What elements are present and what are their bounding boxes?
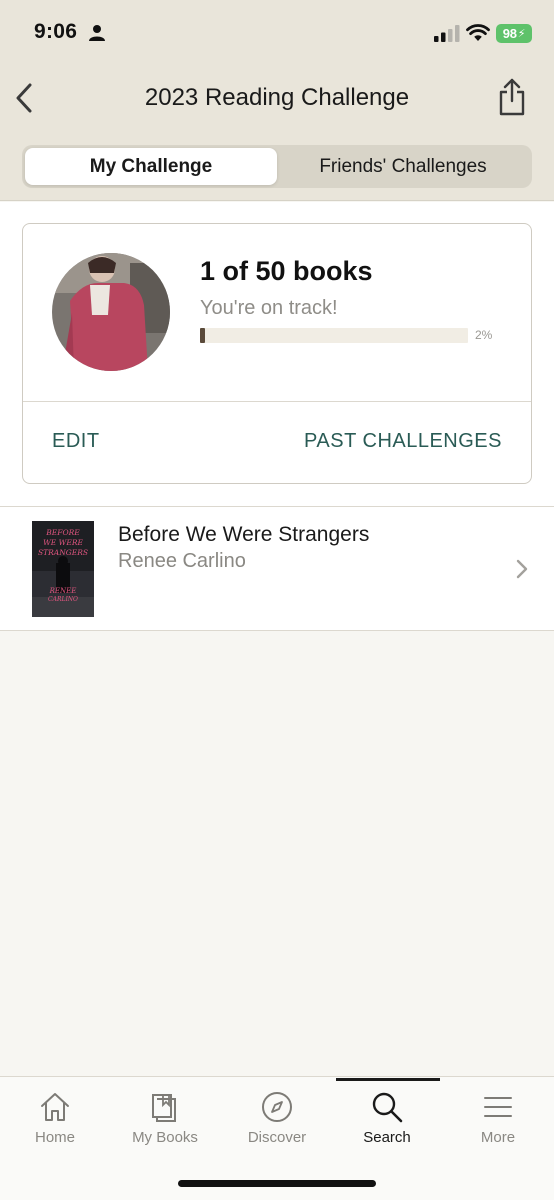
share-icon [499, 78, 525, 116]
tab-home-label: Home [34, 1129, 75, 1146]
screen: 9:06 98 ⚡ 2023 Reading Challenge My Chal… [0, 0, 554, 1200]
tab-more-label: More [480, 1129, 516, 1146]
share-button[interactable] [494, 76, 530, 118]
home-icon [41, 1093, 69, 1121]
tab-search[interactable]: Search [332, 1077, 442, 1167]
tab-discover-label: Discover [247, 1129, 307, 1146]
track-status: You're on track! [200, 297, 338, 319]
tab-my-books-label: My Books [132, 1129, 198, 1146]
tab-friends-challenges[interactable]: Friends' Challenges [277, 148, 529, 185]
tab-discover[interactable]: Discover [222, 1077, 332, 1167]
tab-more[interactable]: More [443, 1077, 553, 1167]
home-indicator [178, 1180, 376, 1187]
menu-icon [484, 1097, 512, 1117]
progress-bar-fill [200, 328, 206, 343]
svg-text:WE WERE: WE WERE [43, 538, 83, 547]
book-author: Renee Carlino [118, 550, 246, 572]
book-title: Before We Were Strangers [118, 523, 370, 546]
progress-bar [200, 328, 468, 343]
svg-text:RENEE: RENEE [49, 587, 77, 595]
person-icon [89, 25, 105, 41]
book-cover: BEFORE WE WERE STRANGERS RENEE CARLINO [32, 521, 94, 617]
past-challenges-button[interactable]: PAST CHALLENGES [304, 430, 502, 453]
book-list-item[interactable]: BEFORE WE WERE STRANGERS RENEE CARLINO B… [0, 506, 554, 631]
progress-label: 2% [475, 328, 493, 342]
tab-search-label: Search [363, 1129, 411, 1146]
my-books-icon [152, 1094, 176, 1122]
chevron-right-icon [516, 559, 528, 579]
edit-button[interactable]: EDIT [52, 430, 100, 453]
avatar [52, 253, 170, 371]
challenge-segmented-control: My Challenge Friends' Challenges [22, 145, 532, 188]
status-time: 9:06 [34, 20, 78, 43]
battery-indicator: 98 ⚡ [496, 24, 532, 43]
book-cover-text: BEFORE [45, 528, 80, 537]
challenge-card: 1 of 50 books You're on track! 2% EDIT P… [22, 223, 532, 484]
active-tab-indicator [336, 1078, 440, 1081]
search-icon [372, 1092, 403, 1123]
tab-my-books[interactable]: My Books [110, 1077, 220, 1167]
card-divider [23, 401, 531, 402]
empty-area [0, 631, 554, 1077]
battery-level: 98 [502, 26, 517, 41]
svg-text:CARLINO: CARLINO [48, 596, 78, 603]
signal-icon [434, 25, 460, 42]
tab-home[interactable]: Home [0, 1077, 110, 1167]
page-title: 2023 Reading Challenge [144, 84, 410, 111]
compass-icon [262, 1092, 292, 1122]
wifi-icon [466, 24, 490, 41]
svg-text:STRANGERS: STRANGERS [38, 548, 88, 557]
charging-bolt-icon: ⚡ [517, 28, 526, 40]
header: 9:06 98 ⚡ 2023 Reading Challenge My Chal… [0, 0, 554, 201]
books-count: 1 of 50 books [200, 256, 373, 286]
tab-my-challenge[interactable]: My Challenge [25, 148, 277, 185]
